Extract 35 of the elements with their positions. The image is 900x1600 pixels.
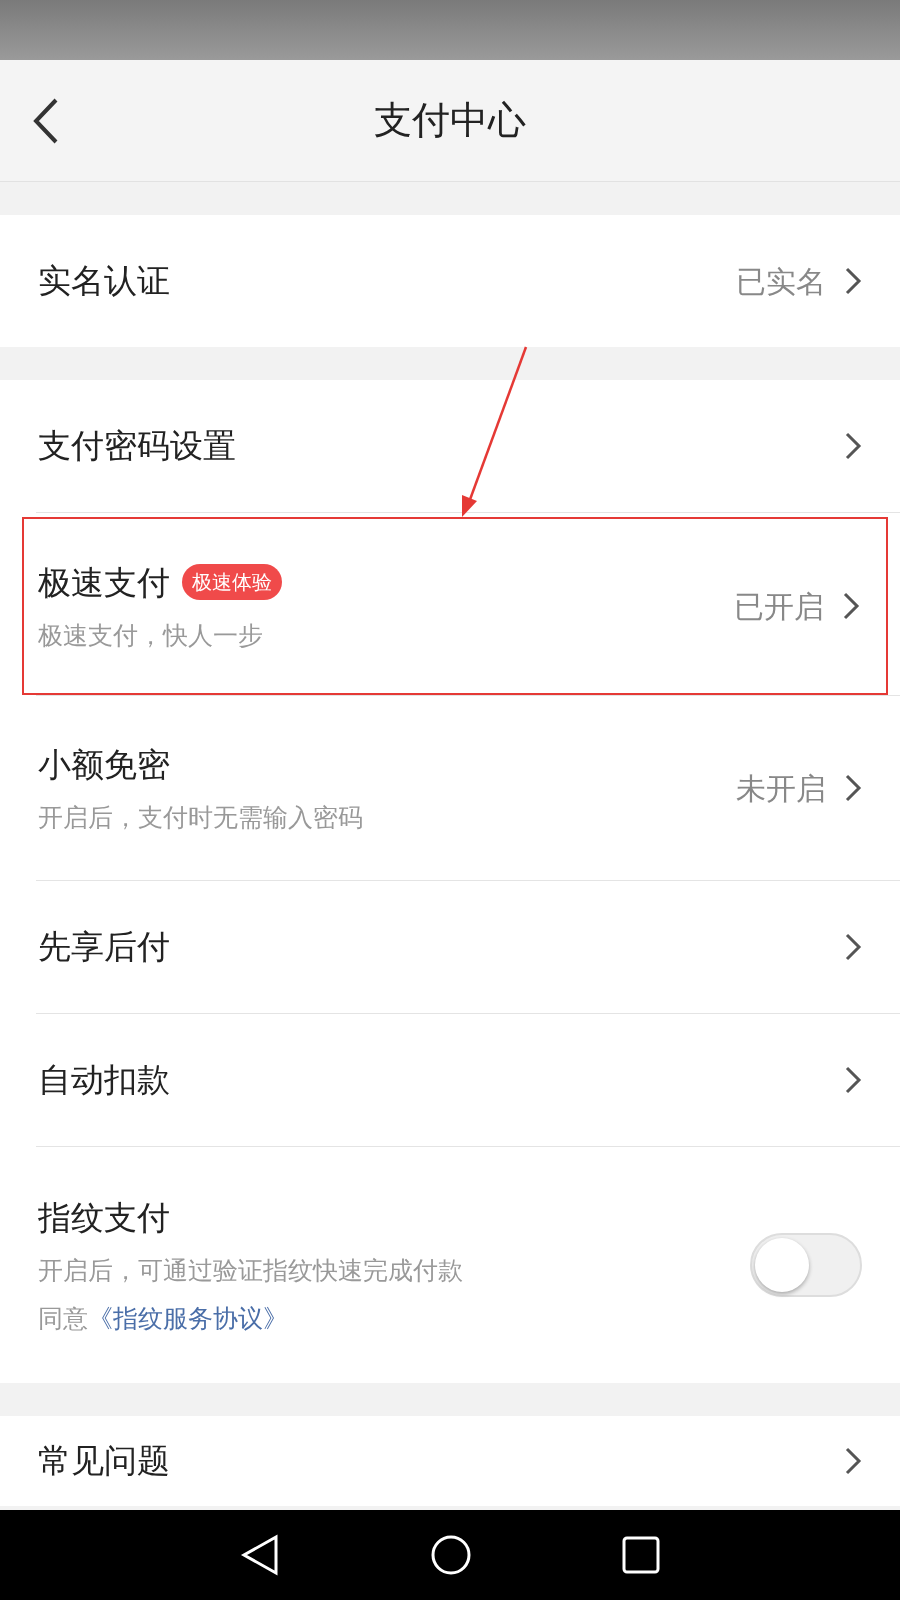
agreement-text: 同意《指纹服务协议》 — [38, 1302, 289, 1335]
row-label: 支付密码设置 — [38, 425, 236, 468]
row-label: 极速支付 — [38, 561, 170, 604]
row-label: 自动扣款 — [38, 1059, 170, 1102]
chevron-right-icon — [844, 773, 862, 803]
chevron-right-icon — [842, 591, 860, 621]
chevron-right-icon — [844, 266, 862, 296]
back-icon[interactable] — [240, 1534, 280, 1576]
chevron-right-icon — [844, 1065, 862, 1095]
row-label: 先享后付 — [38, 926, 170, 969]
row-subtitle: 开启后，可通过验证指纹快速完成付款 — [38, 1255, 464, 1288]
page-title: 支付中心 — [374, 97, 526, 144]
recents-icon[interactable] — [622, 1536, 660, 1574]
settings-row[interactable]: 支付密码设置 — [0, 380, 900, 512]
row-value: 已实名 — [736, 262, 826, 301]
row-value: 已开启 — [734, 587, 824, 626]
home-icon[interactable] — [430, 1534, 472, 1576]
row-label: 实名认证 — [38, 260, 170, 303]
chevron-right-icon — [844, 932, 862, 962]
row-value: 未开启 — [736, 769, 826, 808]
promo-badge: 极速体验 — [182, 564, 282, 601]
row-label: 指纹支付 — [38, 1196, 170, 1239]
chevron-right-icon — [844, 431, 862, 461]
settings-row[interactable]: 小额免密 开启后，支付时无需输入密码 未开启 — [0, 696, 900, 880]
row-label: 小额免密 — [38, 743, 170, 786]
row-subtitle: 极速支付，快人一步 — [38, 620, 264, 652]
settings-row[interactable]: 实名认证 已实名 — [0, 215, 900, 347]
settings-row[interactable]: 自动扣款 — [0, 1014, 900, 1146]
row-label: 常见问题 — [38, 1440, 170, 1483]
agreement-link[interactable]: 《指纹服务协议》 — [88, 1303, 288, 1333]
chevron-right-icon — [844, 1446, 862, 1476]
settings-row[interactable]: 指纹支付 开启后，可通过验证指纹快速完成付款 同意《指纹服务协议》 — [0, 1147, 900, 1383]
settings-row[interactable]: 常见问题 — [0, 1416, 900, 1506]
row-subtitle: 开启后，支付时无需输入密码 — [38, 802, 364, 834]
settings-row[interactable]: 先享后付 — [0, 881, 900, 1013]
